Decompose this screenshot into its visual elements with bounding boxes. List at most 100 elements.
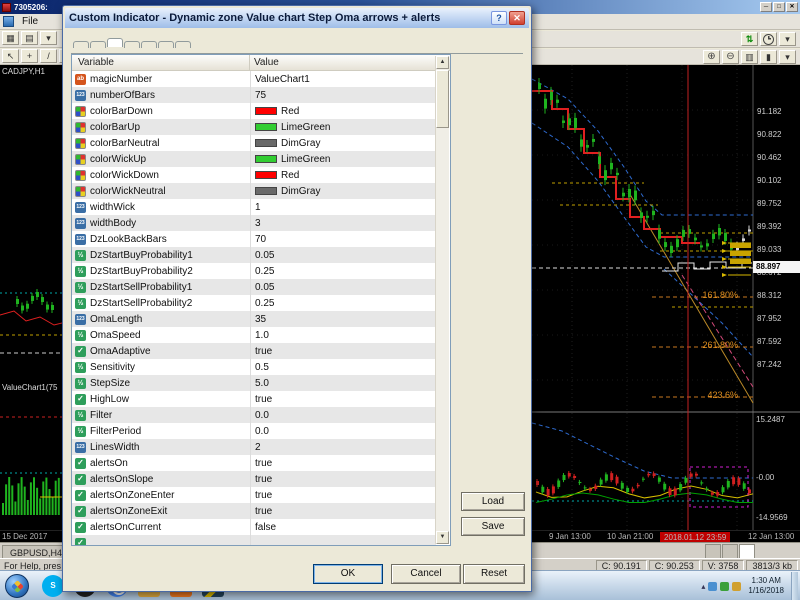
- chart-tab-gbpusd[interactable]: GBPUSD,H4: [2, 545, 70, 559]
- taskbar-clock[interactable]: 1:30 AM 1/16/2018: [744, 576, 788, 596]
- chart-cadjpy-h1[interactable]: 91.18290.82290.46290.10289.75289.39289.0…: [532, 65, 800, 530]
- scrollbar-thumb[interactable]: [436, 70, 449, 128]
- param-value[interactable]: Red: [250, 103, 436, 119]
- param-value[interactable]: LimeGreen: [250, 151, 436, 167]
- input-row[interactable]: numberOfBars 75: [72, 87, 436, 103]
- clock-icon[interactable]: [760, 32, 777, 46]
- dialog-titlebar[interactable]: Custom Indicator - Dynamic zone Value ch…: [65, 8, 529, 28]
- ok-button[interactable]: OK: [313, 564, 383, 584]
- input-row[interactable]: DzStartSellProbability2 0.25: [72, 295, 436, 311]
- dialog-tab[interactable]: [73, 41, 89, 48]
- input-row[interactable]: colorBarNeutral DimGray: [72, 135, 436, 151]
- new-chart-icon[interactable]: ▦: [2, 31, 19, 45]
- input-row[interactable]: alertsOnSlope true: [72, 471, 436, 487]
- profiles-icon[interactable]: ▤: [21, 31, 38, 45]
- input-row[interactable]: OmaAdaptive true: [72, 343, 436, 359]
- param-value[interactable]: 75: [250, 87, 436, 103]
- menu-file[interactable]: File: [18, 16, 42, 27]
- param-value[interactable]: true: [250, 471, 436, 487]
- chart-tab[interactable]: [705, 544, 721, 558]
- input-row[interactable]: colorWickDown Red: [72, 167, 436, 183]
- close-icon[interactable]: ✕: [509, 11, 525, 25]
- input-row[interactable]: FilterPeriod 0.0: [72, 423, 436, 439]
- param-value[interactable]: ValueChart1: [250, 71, 436, 87]
- input-row[interactable]: [72, 535, 436, 546]
- load-button[interactable]: Load: [461, 492, 525, 511]
- tray-app-icon[interactable]: [720, 582, 729, 591]
- chart-tab[interactable]: [739, 544, 755, 558]
- param-value[interactable]: true: [250, 487, 436, 503]
- column-header-variable[interactable]: Variable: [72, 55, 250, 70]
- param-value[interactable]: 3: [250, 215, 436, 231]
- dialog-tab[interactable]: [158, 41, 174, 48]
- tray-expand-icon[interactable]: ▴: [701, 582, 705, 591]
- input-row[interactable]: DzStartSellProbability1 0.05: [72, 279, 436, 295]
- input-row[interactable]: HighLow true: [72, 391, 436, 407]
- table-scrollbar[interactable]: ▲ ▼: [435, 56, 449, 544]
- param-value[interactable]: LimeGreen: [250, 119, 436, 135]
- help-icon[interactable]: ?: [491, 11, 507, 25]
- param-value[interactable]: 0.25: [250, 263, 436, 279]
- input-row[interactable]: Filter 0.0: [72, 407, 436, 423]
- param-value[interactable]: true: [250, 503, 436, 519]
- bar-chart-icon[interactable]: ▥: [741, 50, 758, 64]
- input-row[interactable]: StepSize 5.0: [72, 375, 436, 391]
- input-row[interactable]: OmaLength 35: [72, 311, 436, 327]
- param-value[interactable]: true: [250, 343, 436, 359]
- input-row[interactable]: Sensitivity 0.5: [72, 359, 436, 375]
- param-value[interactable]: true: [250, 455, 436, 471]
- param-value[interactable]: 0.05: [250, 247, 436, 263]
- chart-tab[interactable]: [722, 544, 738, 558]
- input-row[interactable]: colorBarDown Red: [72, 103, 436, 119]
- input-row[interactable]: colorBarUp LimeGreen: [72, 119, 436, 135]
- param-value[interactable]: 0.0: [250, 423, 436, 439]
- dialog-tab[interactable]: [90, 41, 106, 48]
- input-row[interactable]: OmaSpeed 1.0: [72, 327, 436, 343]
- param-value[interactable]: 2: [250, 439, 436, 455]
- param-value[interactable]: 0.0: [250, 407, 436, 423]
- param-value[interactable]: 0.5: [250, 359, 436, 375]
- param-value[interactable]: 70: [250, 231, 436, 247]
- dialog-tab[interactable]: [124, 41, 140, 48]
- reset-button[interactable]: Reset: [463, 564, 525, 584]
- input-row[interactable]: colorWickNeutral DimGray: [72, 183, 436, 199]
- input-row[interactable]: colorWickUp LimeGreen: [72, 151, 436, 167]
- param-value[interactable]: false: [250, 519, 436, 535]
- skype-icon[interactable]: S: [42, 575, 64, 597]
- chart-left-strip[interactable]: CADJPY,H1 ValueChart1(75: [0, 65, 62, 530]
- input-row[interactable]: DzLookBackBars 70: [72, 231, 436, 247]
- trendline-icon[interactable]: /: [40, 49, 57, 63]
- input-row[interactable]: magicNumber ValueChart1: [72, 71, 436, 87]
- param-value[interactable]: Red: [250, 167, 436, 183]
- zoom-in-icon[interactable]: ⊕: [703, 50, 720, 64]
- period-dropdown-icon[interactable]: ▾: [779, 32, 796, 46]
- param-value[interactable]: 35: [250, 311, 436, 327]
- zoom-out-icon[interactable]: ⊖: [722, 50, 739, 64]
- scroll-down-icon[interactable]: ▼: [436, 531, 449, 544]
- dialog-tab[interactable]: [175, 41, 191, 48]
- input-row[interactable]: LinesWidth 2: [72, 439, 436, 455]
- input-row[interactable]: DzStartBuyProbability2 0.25: [72, 263, 436, 279]
- start-button[interactable]: [5, 574, 29, 598]
- input-row[interactable]: alertsOn true: [72, 455, 436, 471]
- param-value[interactable]: true: [250, 391, 436, 407]
- param-value[interactable]: 0.05: [250, 279, 436, 295]
- input-row[interactable]: widthBody 3: [72, 215, 436, 231]
- save-button[interactable]: Save: [461, 517, 525, 536]
- close-icon[interactable]: [786, 2, 798, 12]
- show-desktop-button[interactable]: [791, 572, 798, 600]
- input-row[interactable]: widthWick 1: [72, 199, 436, 215]
- column-header-value[interactable]: Value: [250, 55, 450, 70]
- crosshair-icon[interactable]: +: [21, 49, 38, 63]
- maximize-icon[interactable]: [773, 2, 785, 12]
- cursor-icon[interactable]: ↖: [2, 49, 19, 63]
- chart-dropdown-icon[interactable]: ▾: [779, 50, 796, 64]
- new-order-icon[interactable]: ▾: [40, 31, 57, 45]
- dialog-tab[interactable]: [107, 38, 123, 47]
- input-row[interactable]: alertsOnZoneExit true: [72, 503, 436, 519]
- param-value[interactable]: DimGray: [250, 183, 436, 199]
- dialog-tab[interactable]: [141, 41, 157, 48]
- param-value[interactable]: [250, 535, 436, 546]
- cancel-button[interactable]: Cancel: [391, 564, 461, 584]
- param-value[interactable]: DimGray: [250, 135, 436, 151]
